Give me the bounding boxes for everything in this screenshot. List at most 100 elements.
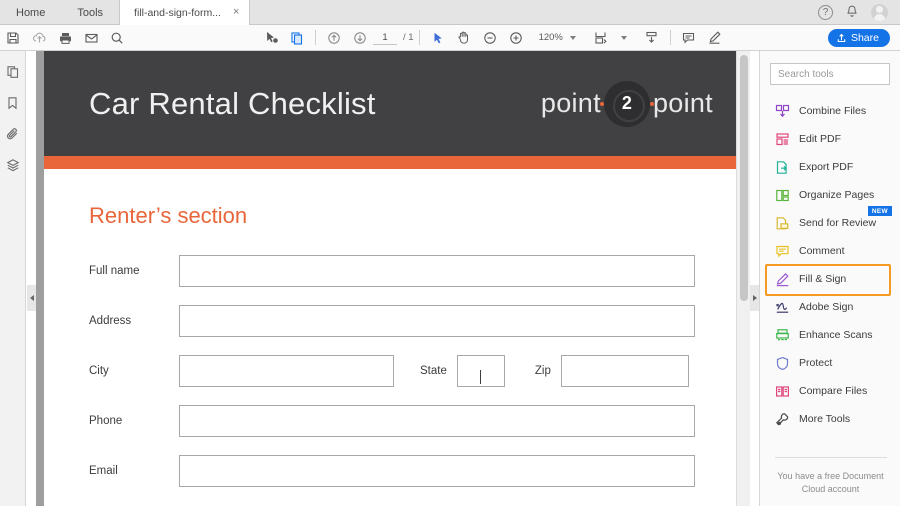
form-row-address: Address	[89, 305, 738, 337]
export-pdf-icon	[774, 159, 790, 175]
zoom-dropdown-chevron-down-icon[interactable]	[570, 36, 576, 40]
page-thumbnail-icon[interactable]	[284, 25, 310, 51]
attachments-icon[interactable]	[6, 127, 20, 141]
tab-home-label: Home	[16, 7, 45, 19]
close-icon[interactable]: ×	[233, 7, 239, 18]
vertical-scrollbar[interactable]	[736, 51, 750, 506]
tool-label: Edit PDF	[799, 133, 841, 145]
print-icon[interactable]	[52, 25, 78, 51]
upload-cloud-icon[interactable]	[26, 25, 52, 51]
section-title: Renter’s section	[89, 203, 738, 229]
search-icon[interactable]	[104, 25, 130, 51]
tab-document[interactable]: fill-and-sign-form... ×	[119, 0, 250, 25]
next-page-icon[interactable]	[347, 25, 373, 51]
previous-page-icon[interactable]	[321, 25, 347, 51]
share-label: Share	[851, 32, 879, 44]
help-icon[interactable]: ?	[818, 5, 833, 20]
page-total-label: / 1	[403, 32, 414, 43]
comment-icon[interactable]	[676, 25, 702, 51]
tab-home[interactable]: Home	[0, 0, 61, 25]
logo-word-left: point	[541, 88, 601, 119]
page-number-input[interactable]: 1	[373, 30, 397, 45]
tool-label: Protect	[799, 357, 832, 369]
wheel-dot-left	[600, 102, 604, 106]
tab-tools[interactable]: Tools	[61, 0, 119, 25]
zoom-level-label[interactable]: 120%	[539, 32, 563, 43]
tool-label: Fill & Sign	[799, 273, 846, 285]
email-icon[interactable]	[78, 25, 104, 51]
page-thumbnails-icon[interactable]	[6, 65, 20, 79]
form-row-city-state-zip: City State Zip	[89, 355, 738, 387]
footer-line-2: Cloud account	[760, 483, 900, 496]
compare-files-icon	[774, 383, 790, 399]
form-row-full-name: Full name	[89, 255, 738, 287]
edit-pdf-icon	[774, 131, 790, 147]
collapse-right-panel-button[interactable]	[750, 285, 759, 311]
highlighter-icon[interactable]	[702, 25, 728, 51]
tool-item-enhance-scans[interactable]: Enhance Scans	[760, 321, 900, 349]
tool-item-edit-pdf[interactable]: Edit PDF	[760, 125, 900, 153]
input-address[interactable]	[179, 305, 695, 337]
panel-footer: You have a free Document Cloud account	[760, 457, 900, 496]
tool-item-fill-and-sign[interactable]: Fill & Sign	[760, 265, 900, 293]
zoom-in-icon[interactable]	[503, 25, 529, 51]
hand-tool-icon[interactable]	[451, 25, 477, 51]
scroll-mode-icon[interactable]	[639, 25, 665, 51]
select-text-tool-icon[interactable]	[258, 25, 284, 51]
tool-item-protect[interactable]: Protect	[760, 349, 900, 377]
tool-item-combine-files[interactable]: Combine Files	[760, 97, 900, 125]
organize-pages-icon	[774, 187, 790, 203]
tool-item-adobe-sign[interactable]: Adobe Sign	[760, 293, 900, 321]
tool-item-send-for-review[interactable]: Send for Review NEW	[760, 209, 900, 237]
left-navigation-rail	[0, 51, 26, 506]
zoom-out-icon[interactable]	[477, 25, 503, 51]
notifications-bell-icon[interactable]	[846, 5, 858, 20]
bookmarks-icon[interactable]	[6, 96, 19, 110]
text-cursor-caret	[480, 370, 481, 384]
steering-wheel-icon: 2	[604, 81, 650, 127]
share-button[interactable]: Share	[828, 29, 890, 47]
label-city: City	[89, 365, 179, 377]
chevron-right-icon	[753, 295, 757, 301]
comment-icon	[774, 243, 790, 259]
input-zip[interactable]	[561, 355, 689, 387]
tab-bar-actions: ?	[818, 0, 900, 24]
tool-item-more-tools[interactable]: More Tools	[760, 405, 900, 433]
collapse-left-panel-button[interactable]	[27, 285, 36, 311]
orange-accent-bar	[44, 156, 738, 169]
input-phone[interactable]	[179, 405, 695, 437]
combine-files-icon	[774, 103, 790, 119]
scrollbar-thumb[interactable]	[740, 55, 748, 301]
tool-label: Adobe Sign	[799, 301, 853, 313]
input-full-name[interactable]	[179, 255, 695, 287]
input-email[interactable]	[179, 455, 695, 487]
tool-label: Comment	[799, 245, 845, 257]
tool-label: Compare Files	[799, 385, 867, 397]
selection-cursor-icon[interactable]	[425, 25, 451, 51]
tool-label: Combine Files	[799, 105, 866, 117]
label-address: Address	[89, 315, 179, 327]
acrobat-window: Home Tools fill-and-sign-form... × ?	[0, 0, 900, 506]
page-fit-icon[interactable]	[588, 25, 614, 51]
tool-item-comment[interactable]: Comment	[760, 237, 900, 265]
tool-item-export-pdf[interactable]: Export PDF	[760, 153, 900, 181]
page-fit-chevron-down-icon[interactable]	[621, 36, 627, 40]
search-tools-input[interactable]: Search tools	[770, 63, 890, 85]
layers-icon[interactable]	[6, 158, 20, 172]
tool-label: Enhance Scans	[799, 329, 873, 341]
tab-bar: Home Tools fill-and-sign-form... × ?	[0, 0, 900, 25]
footer-line-1: You have a free Document	[760, 470, 900, 483]
shield-icon	[774, 355, 790, 371]
fill-and-sign-icon	[774, 271, 790, 287]
save-icon[interactable]	[0, 25, 26, 51]
input-city[interactable]	[179, 355, 394, 387]
label-email: Email	[89, 465, 179, 477]
tool-item-compare-files[interactable]: Compare Files	[760, 377, 900, 405]
form-row-email: Email	[89, 455, 738, 487]
toolbar-divider-3	[670, 30, 671, 45]
label-phone: Phone	[89, 415, 179, 427]
tool-item-organize-pages[interactable]: Organize Pages	[760, 181, 900, 209]
tab-tools-label: Tools	[77, 7, 103, 19]
avatar[interactable]	[871, 4, 888, 21]
input-state[interactable]	[457, 355, 505, 387]
